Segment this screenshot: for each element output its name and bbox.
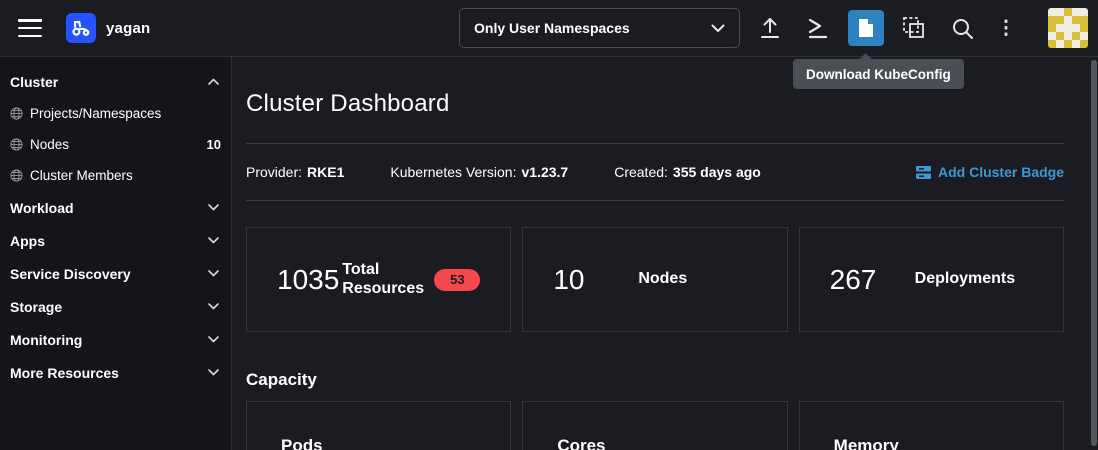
capacity-card-cores: Cores (522, 401, 787, 450)
download-kubeconfig-button[interactable] (842, 0, 890, 57)
globe-icon (10, 138, 23, 151)
chevron-down-icon (208, 336, 219, 343)
globe-icon (10, 107, 23, 120)
rancher-logo-icon (70, 17, 92, 39)
stat-card-nodes: 10 Nodes (522, 227, 787, 332)
glance-kubernetes-version: Kubernetes Version:v1.23.7 (390, 164, 568, 180)
download-kubeconfig-icon (848, 10, 884, 46)
chevron-down-icon (208, 303, 219, 310)
capacity-card-memory: Memory (799, 401, 1064, 450)
divider (246, 200, 1064, 201)
chevron-down-icon (208, 369, 219, 376)
capacity-card-pods: Pods (246, 401, 511, 450)
nodes-count-badge: 10 (207, 137, 221, 152)
sidebar-item-projects-namespaces[interactable]: Projects/Namespaces (0, 98, 231, 129)
sidebar-item-nodes[interactable]: Nodes 10 (0, 129, 231, 160)
vertical-scrollbar[interactable] (1091, 60, 1097, 446)
glance-provider: Provider:RKE1 (246, 164, 344, 180)
namespace-filter-value: Only User Namespaces (474, 20, 630, 36)
user-avatar[interactable] (1048, 8, 1088, 48)
total-resources-label: Total Resources (342, 261, 434, 298)
namespace-filter-dropdown[interactable]: Only User Namespaces (459, 8, 740, 48)
cluster-name: yagan (106, 20, 150, 37)
search-icon[interactable] (938, 0, 986, 57)
sidebar-group-service-discovery[interactable]: Service Discovery (0, 257, 231, 290)
sidebar-group-cluster[interactable]: Cluster (0, 65, 231, 98)
app-header: yagan Only User Namespaces (0, 0, 1098, 57)
add-cluster-badge-link[interactable]: Add Cluster Badge (916, 164, 1064, 180)
stats-row: 1035 Total Resources 53 10 Nodes 267 Dep… (246, 227, 1064, 332)
sidebar: Cluster Projects/Namespaces Nodes 10 (0, 57, 232, 450)
download-kubeconfig-tooltip: Download KubeConfig (793, 59, 964, 89)
sidebar-group-apps[interactable]: Apps (0, 224, 231, 257)
upload-icon[interactable] (746, 0, 794, 57)
chevron-up-icon (208, 78, 219, 85)
deployments-count: 267 (830, 264, 915, 296)
copy-kubeconfig-icon[interactable] (890, 0, 938, 57)
sidebar-group-workload[interactable]: Workload (0, 191, 231, 224)
deployments-label: Deployments (915, 270, 1015, 288)
main-menu-button[interactable] (18, 19, 42, 37)
capacity-section-title: Capacity (246, 370, 1064, 390)
chevron-down-icon (208, 237, 219, 244)
chevron-down-icon (208, 270, 219, 277)
glance-created: Created:355 days ago (614, 164, 761, 180)
header-actions: ⋮ (746, 0, 1026, 57)
nodes-count: 10 (553, 264, 638, 296)
stat-card-deployments: 267 Deployments (799, 227, 1064, 332)
nodes-label: Nodes (638, 270, 687, 288)
sidebar-group-storage[interactable]: Storage (0, 290, 231, 323)
kebab-menu-icon[interactable]: ⋮ (986, 0, 1026, 57)
chevron-down-icon (208, 204, 219, 211)
globe-icon (10, 169, 23, 182)
rancher-cluster-dashboard: yagan Only User Namespaces (0, 0, 1098, 450)
sidebar-group-monitoring[interactable]: Monitoring (0, 323, 231, 356)
page-title: Cluster Dashboard (246, 90, 1064, 118)
badge-icon (916, 166, 931, 179)
main-content: Cluster Dashboard Provider:RKE1 Kubernet… (232, 57, 1098, 450)
kubectl-shell-icon[interactable] (794, 0, 842, 57)
rancher-logo[interactable] (66, 13, 96, 43)
chevron-down-icon (711, 24, 725, 33)
sidebar-group-more-resources[interactable]: More Resources (0, 356, 231, 389)
total-resources-count: 1035 (277, 264, 339, 296)
stat-card-total-resources: 1035 Total Resources 53 (246, 227, 511, 332)
error-count-badge: 53 (434, 269, 480, 291)
sidebar-item-cluster-members[interactable]: Cluster Members (0, 160, 231, 191)
capacity-cards-row: Pods Cores Memory (246, 401, 1064, 450)
glance-row: Provider:RKE1 Kubernetes Version:v1.23.7… (246, 144, 1064, 200)
